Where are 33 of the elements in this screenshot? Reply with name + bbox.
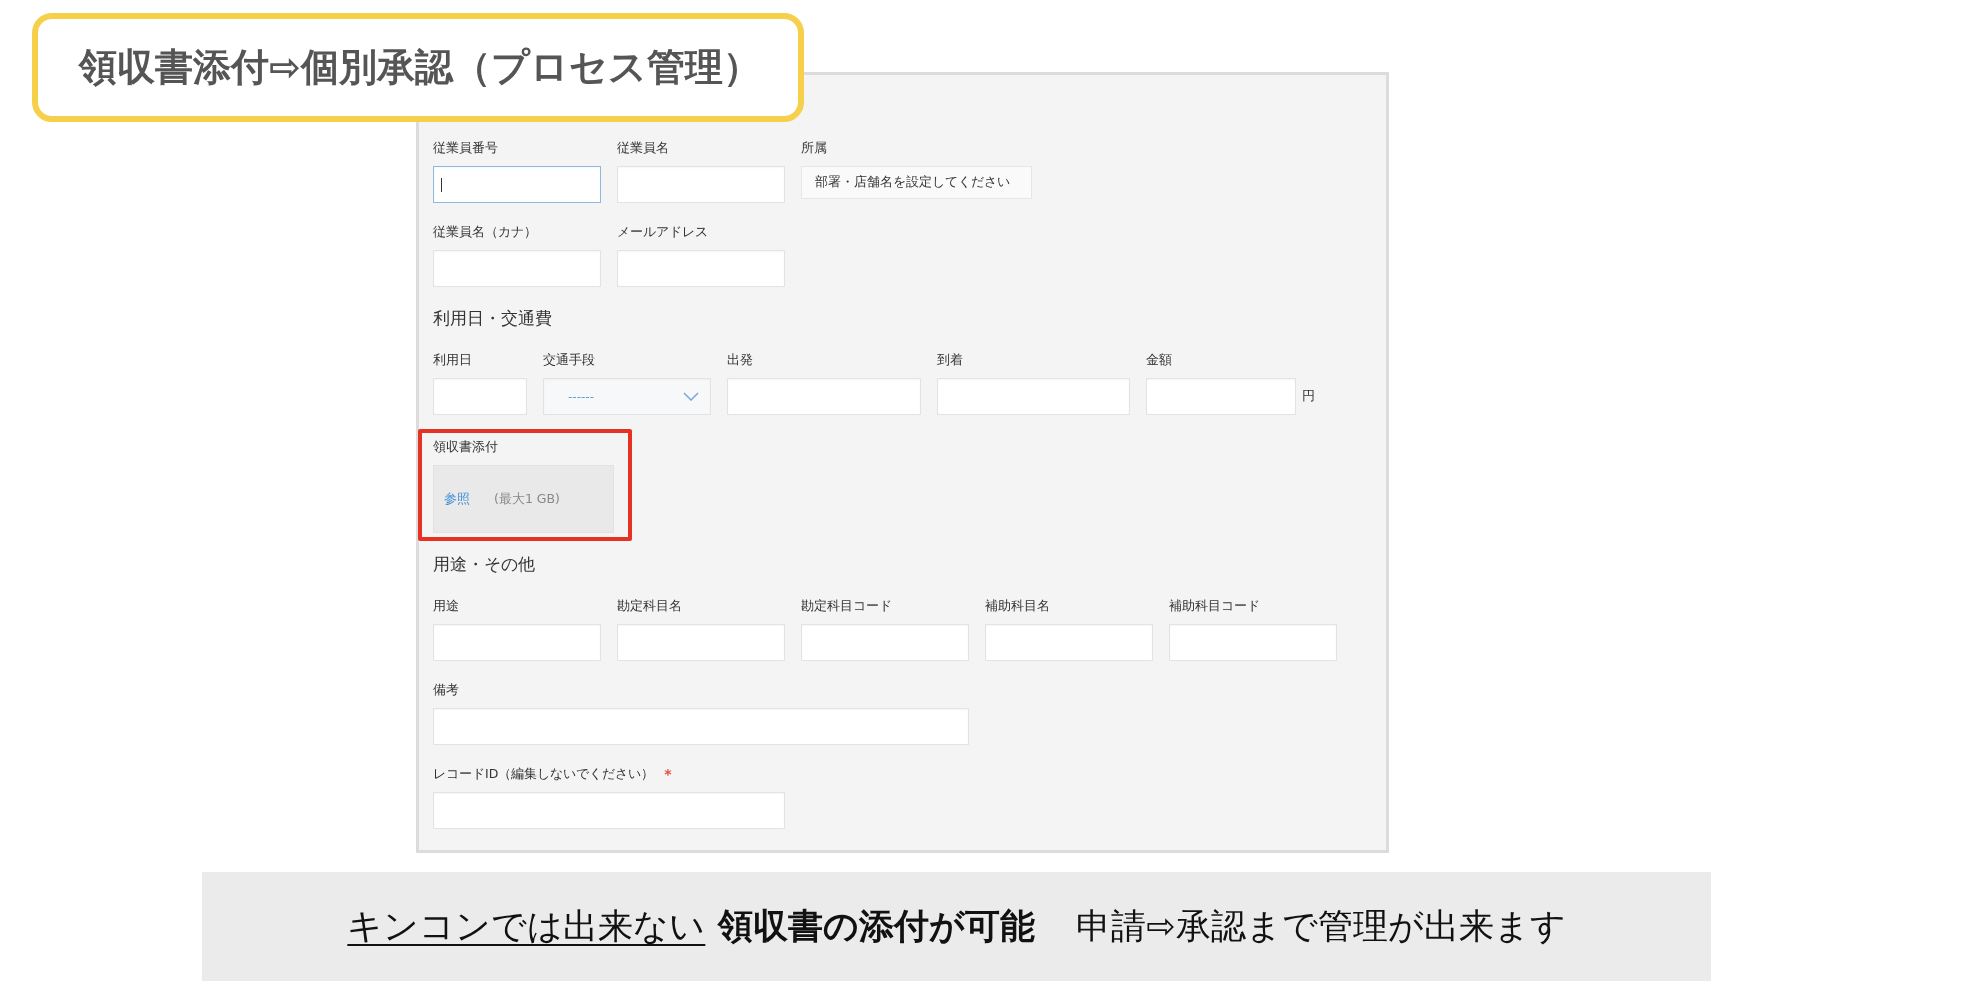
file-size-note: (最大1 GB) [494, 490, 560, 508]
unit-label: 円 [1302, 388, 1315, 405]
section-heading: 利用日・交通費 [433, 308, 553, 330]
field-label: メールアドレス [617, 223, 708, 241]
text-field[interactable] [433, 166, 601, 203]
banner-text: キンコンでは出来ない [347, 905, 706, 948]
field-label: レコードID（編集しないでください） [433, 765, 655, 783]
chevron-down-icon [683, 392, 699, 401]
browse-link[interactable]: 参照 [444, 490, 470, 508]
banner-text: 申請⇨承認まで管理が出来ます [1076, 905, 1566, 948]
field-label: 備考 [433, 681, 459, 699]
field-label: 領収書添付 [433, 438, 498, 456]
field-label: 従業員名 [617, 139, 669, 157]
select-field[interactable]: ------ [543, 378, 711, 415]
field-label: 到着 [937, 351, 963, 369]
section-heading: 用途・その他 [433, 554, 536, 576]
field-label: 勘定科目コード [801, 597, 892, 615]
field-label: 従業員名（カナ） [433, 223, 537, 241]
field-label: 利用日 [433, 351, 472, 369]
field-label: 金額 [1146, 351, 1172, 369]
banner-text: 領収書の添付が可能 [718, 905, 1036, 948]
field-label: 勘定科目名 [617, 597, 682, 615]
title-badge: 領収書添付⇨個別承認（プロセス管理） [32, 13, 804, 122]
field-label: 用途 [433, 597, 459, 615]
field-label: 出発 [727, 351, 753, 369]
required-mark: * [664, 766, 672, 782]
field-label: 交通手段 [543, 351, 595, 369]
field-label: 補助科目コード [1169, 597, 1260, 615]
field-label: 従業員番号 [433, 139, 498, 157]
field-label: 補助科目名 [985, 597, 1050, 615]
text-cursor [441, 177, 442, 192]
field-label: 所属 [801, 139, 827, 157]
affiliation-field[interactable]: 部署・店舗名を設定してください [801, 166, 1032, 199]
